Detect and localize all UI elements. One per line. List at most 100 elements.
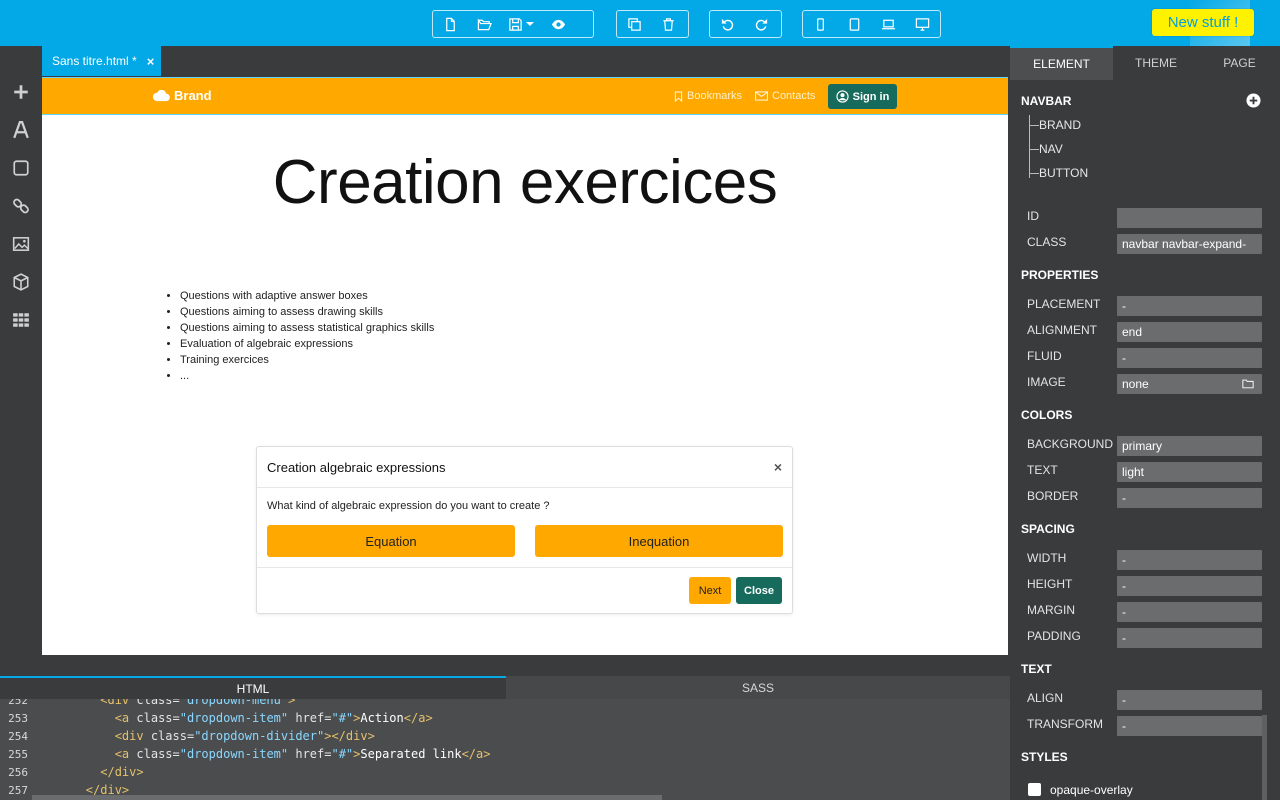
duplicate-button[interactable]	[617, 11, 651, 37]
folder-icon[interactable]	[1242, 378, 1254, 389]
link-tool-button[interactable]	[0, 187, 42, 225]
image-field[interactable]: none	[1117, 374, 1262, 394]
text-section-title: TEXT	[1021, 662, 1052, 676]
text-color-select[interactable]: light	[1117, 462, 1262, 482]
laptop-view-button[interactable]	[871, 11, 905, 37]
delete-button[interactable]	[651, 11, 685, 37]
new-stuff-badge[interactable]: New stuff !	[1152, 9, 1254, 36]
box-tool-button[interactable]	[0, 149, 42, 187]
tree-item-nav-label: NAV	[1039, 142, 1063, 156]
user-circle-icon	[836, 90, 849, 103]
modal-close-icon[interactable]: ×	[774, 459, 782, 475]
align-label: ALIGN	[1027, 691, 1064, 705]
open-file-button[interactable]	[467, 11, 501, 37]
preview-navbar[interactable]: Brand Bookmarks Contacts Sign in	[42, 77, 1008, 115]
grid-tool-button[interactable]	[0, 301, 42, 339]
tab-sass[interactable]: SASS	[506, 676, 1010, 699]
placement-select[interactable]: -	[1117, 296, 1262, 316]
phone-view-button[interactable]	[803, 11, 837, 37]
height-label: HEIGHT	[1027, 577, 1073, 591]
code-token: class=	[136, 747, 180, 761]
desktop-view-button[interactable]	[905, 11, 939, 37]
editor-tabs: HTML SASS	[0, 676, 1010, 699]
tab-page[interactable]: PAGE	[1199, 46, 1280, 80]
image-tool-button[interactable]	[0, 225, 42, 263]
placement-label: PLACEMENT	[1027, 297, 1101, 311]
panel-vertical-scrollbar[interactable]	[1262, 715, 1267, 800]
redo-button[interactable]	[744, 11, 778, 37]
component-tool-button[interactable]	[0, 263, 42, 301]
tree-item-button[interactable]: BUTTON	[1029, 166, 1088, 180]
code-line[interactable]: 256 </div>	[0, 763, 143, 781]
background-select[interactable]: primary	[1117, 436, 1262, 456]
line-number: 253	[8, 712, 28, 725]
fluid-select[interactable]: -	[1117, 348, 1262, 368]
design-canvas[interactable]: Brand Bookmarks Contacts Sign in Creatio…	[42, 77, 1008, 655]
list-item: Questions aiming to assess statistical g…	[180, 320, 434, 336]
opaque-overlay-checkbox[interactable]	[1028, 783, 1041, 796]
code-line[interactable]: 255 <a class="dropdown-item" href="#">Se…	[0, 745, 490, 763]
equation-button[interactable]: Equation	[267, 525, 515, 557]
tree-item-brand[interactable]: BRAND	[1029, 118, 1081, 132]
navbar-section-title: NAVBAR	[1021, 94, 1072, 108]
new-file-button[interactable]	[433, 11, 467, 37]
align-select[interactable]: -	[1117, 690, 1262, 710]
add-child-icon[interactable]	[1246, 93, 1261, 108]
tree-item-button-label: BUTTON	[1039, 166, 1089, 180]
inequation-button[interactable]: Inequation	[535, 525, 783, 557]
code-token: >	[288, 699, 296, 707]
code-line[interactable]: 252 <div class="dropdown-menu">	[0, 699, 295, 709]
border-select[interactable]: -	[1117, 488, 1262, 508]
code-token: <a	[114, 711, 137, 725]
code-token: class=	[150, 729, 195, 743]
bookmark-icon	[674, 91, 683, 102]
fluid-label: FLUID	[1027, 349, 1062, 363]
tab-html[interactable]: HTML	[0, 676, 506, 699]
code-line[interactable]: 254 <div class="dropdown-divider"></div>	[0, 727, 375, 745]
caret-down-icon	[526, 22, 534, 26]
class-label: CLASS	[1027, 235, 1067, 249]
tree-branch	[1029, 149, 1039, 151]
code-token: <a	[114, 747, 137, 761]
spacing-section-title: SPACING	[1021, 522, 1075, 536]
close-button[interactable]: Close	[736, 577, 782, 604]
modal-question: What kind of algebraic expression do you…	[267, 500, 550, 512]
undo-button[interactable]	[710, 11, 744, 37]
margin-select[interactable]: -	[1117, 602, 1262, 622]
file-tab[interactable]: Sans titre.html * ×	[42, 46, 161, 76]
tab-theme[interactable]: THEME	[1113, 46, 1199, 80]
sign-in-button[interactable]: Sign in	[828, 84, 897, 109]
code-editor[interactable]: 252 <div class="dropdown-menu"> 253 <a cl…	[0, 699, 1010, 800]
nav-link-bookmarks[interactable]: Bookmarks	[674, 90, 742, 102]
transform-select[interactable]: -	[1117, 716, 1262, 736]
nav-link-contacts[interactable]: Contacts	[755, 90, 815, 102]
width-select[interactable]: -	[1117, 550, 1262, 570]
line-number: 257	[8, 784, 28, 797]
code-line[interactable]: 253 <a class="dropdown-item" href="#">Ac…	[0, 709, 433, 727]
modal-title: Creation algebraic expressions	[267, 459, 446, 475]
next-button[interactable]: Next	[689, 577, 731, 604]
editor-horizontal-scrollbar[interactable]	[32, 795, 662, 800]
tree-item-nav[interactable]: NAV	[1029, 142, 1063, 156]
tab-element[interactable]: ELEMENT	[1010, 46, 1113, 80]
file-tab-close-button[interactable]: ×	[147, 54, 155, 69]
tree-branch	[1029, 125, 1039, 127]
save-button[interactable]	[501, 11, 541, 37]
height-select[interactable]: -	[1117, 576, 1262, 596]
padding-select[interactable]: -	[1117, 628, 1262, 648]
code-token: "dropdown-item"	[179, 711, 289, 725]
width-label: WIDTH	[1027, 551, 1067, 565]
add-element-button[interactable]	[0, 73, 42, 111]
text-tool-button[interactable]	[0, 111, 42, 149]
class-field[interactable]: navbar navbar-expand-	[1117, 234, 1262, 254]
laptop-icon	[881, 19, 895, 29]
undo-icon	[721, 18, 733, 30]
alignment-select[interactable]: end	[1117, 322, 1262, 342]
navbar-brand[interactable]: Brand	[152, 88, 212, 103]
preview-button[interactable]	[541, 11, 575, 37]
id-field[interactable]	[1117, 208, 1262, 228]
history-group	[709, 10, 782, 38]
list-item: ...	[180, 368, 434, 384]
tablet-view-button[interactable]	[837, 11, 871, 37]
